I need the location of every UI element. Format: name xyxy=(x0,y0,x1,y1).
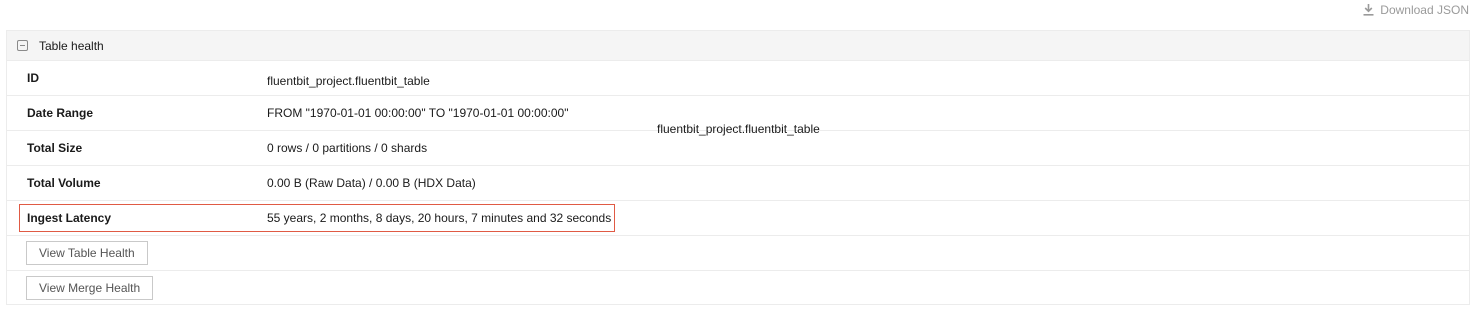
row-label-ingest-latency: Ingest Latency xyxy=(27,211,112,225)
table-health-panel: Table health ID fluentbit_project.fluent… xyxy=(6,30,1470,305)
view-merge-health-button[interactable]: View Merge Health xyxy=(26,276,154,300)
row-value-total-volume: 0.00 B (Raw Data) / 0.00 B (HDX Data) xyxy=(267,176,476,190)
table-row-id: ID fluentbit_project.fluentbit_table xyxy=(7,61,1469,96)
floating-table-id-text: fluentbit_project.fluentbit_table xyxy=(657,122,820,136)
row-label-total-volume: Total Volume xyxy=(27,176,101,190)
row-label-date-range: Date Range xyxy=(27,106,94,120)
collapse-minus-icon[interactable] xyxy=(17,40,28,51)
download-json-button[interactable]: Download JSON xyxy=(1363,3,1469,17)
row-value-date-range: FROM "1970-01-01 00:00:00" TO "1970-01-0… xyxy=(267,106,569,120)
download-icon xyxy=(1363,4,1374,16)
table-row-total-volume: Total Volume 0.00 B (Raw Data) / 0.00 B … xyxy=(7,166,1469,201)
row-value-ingest-latency: 55 years, 2 months, 8 days, 20 hours, 7 … xyxy=(267,211,612,225)
top-toolbar: Download JSON xyxy=(0,0,1475,26)
panel-title: Table health xyxy=(39,38,104,53)
row-value-total-size: 0 rows / 0 partitions / 0 shards xyxy=(267,141,428,155)
row-label-total-size: Total Size xyxy=(27,141,83,155)
table-row-total-size: Total Size 0 rows / 0 partitions / 0 sha… xyxy=(7,131,1469,166)
view-table-health-button[interactable]: View Table Health xyxy=(26,241,148,265)
row-value-id: fluentbit_project.fluentbit_table xyxy=(267,74,430,88)
panel-header[interactable]: Table health xyxy=(7,31,1469,61)
table-row-ingest-latency: Ingest Latency 55 years, 2 months, 8 day… xyxy=(7,201,1469,236)
view-table-health-row: View Table Health xyxy=(7,236,1469,271)
row-label-id: ID xyxy=(27,71,39,85)
view-merge-health-row: View Merge Health xyxy=(7,271,1469,306)
download-json-label: Download JSON xyxy=(1380,3,1469,17)
